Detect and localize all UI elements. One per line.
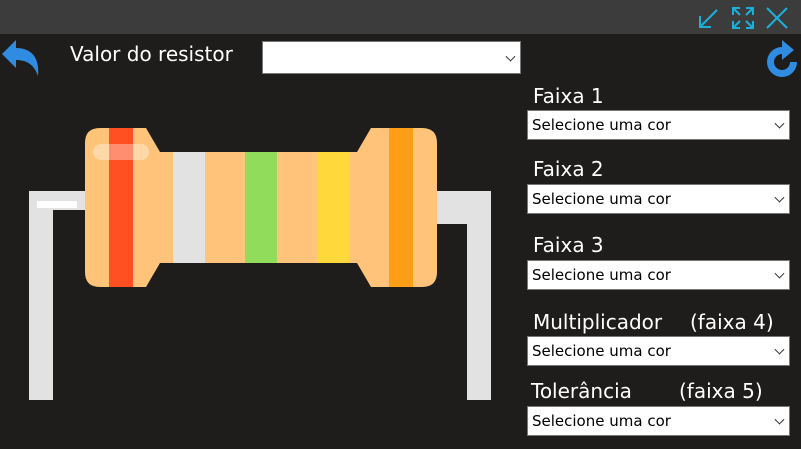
band-2-selected: Selecione uma cor — [532, 190, 671, 208]
left-lead — [29, 191, 90, 400]
chevron-down-icon — [774, 118, 785, 129]
band-1-label: Faixa 1 — [533, 84, 604, 108]
maximize-icon[interactable] — [730, 5, 756, 31]
chevron-down-icon — [505, 51, 516, 62]
band-3-label: Faixa 3 — [533, 233, 604, 257]
band-3-selected: Selecione uma cor — [532, 266, 671, 284]
tolerance-selected: Selecione uma cor — [532, 412, 671, 430]
close-icon[interactable] — [764, 5, 790, 31]
band-1-selected: Selecione uma cor — [532, 116, 671, 134]
minimize-icon[interactable] — [696, 5, 722, 31]
multiplier-select[interactable]: Selecione uma cor — [527, 336, 790, 366]
band-3-select[interactable]: Selecione uma cor — [527, 260, 790, 290]
multiplier-selected: Selecione uma cor — [532, 342, 671, 360]
title-bar — [0, 0, 801, 34]
resistor-value-label: Valor do resistor — [70, 42, 233, 66]
band-3 — [245, 152, 277, 263]
tolerance-label: Tolerância — [531, 379, 632, 403]
band-4 — [317, 152, 349, 263]
band-2 — [173, 152, 205, 263]
multiplier-label: Multiplicador — [533, 310, 663, 334]
right-lead — [430, 191, 491, 400]
lead-highlight — [37, 201, 77, 208]
band-1-select[interactable]: Selecione uma cor — [527, 110, 790, 140]
chevron-down-icon — [774, 192, 785, 203]
multiplier-suffix: (faixa 4) — [690, 310, 774, 334]
tolerance-select[interactable]: Selecione uma cor — [527, 406, 790, 436]
band-2-label: Faixa 2 — [533, 157, 604, 181]
band-5 — [389, 128, 413, 287]
band-2-select[interactable]: Selecione uma cor — [527, 184, 790, 214]
resistor-illustration — [0, 95, 520, 415]
refresh-icon[interactable] — [763, 38, 801, 82]
tolerance-suffix: (faixa 5) — [679, 379, 763, 403]
chevron-down-icon — [774, 268, 785, 279]
chevron-down-icon — [774, 414, 785, 425]
body-highlight — [93, 144, 149, 160]
chevron-down-icon — [774, 344, 785, 355]
resistor-value-select[interactable] — [262, 41, 521, 74]
back-arrow-icon[interactable] — [0, 38, 44, 80]
